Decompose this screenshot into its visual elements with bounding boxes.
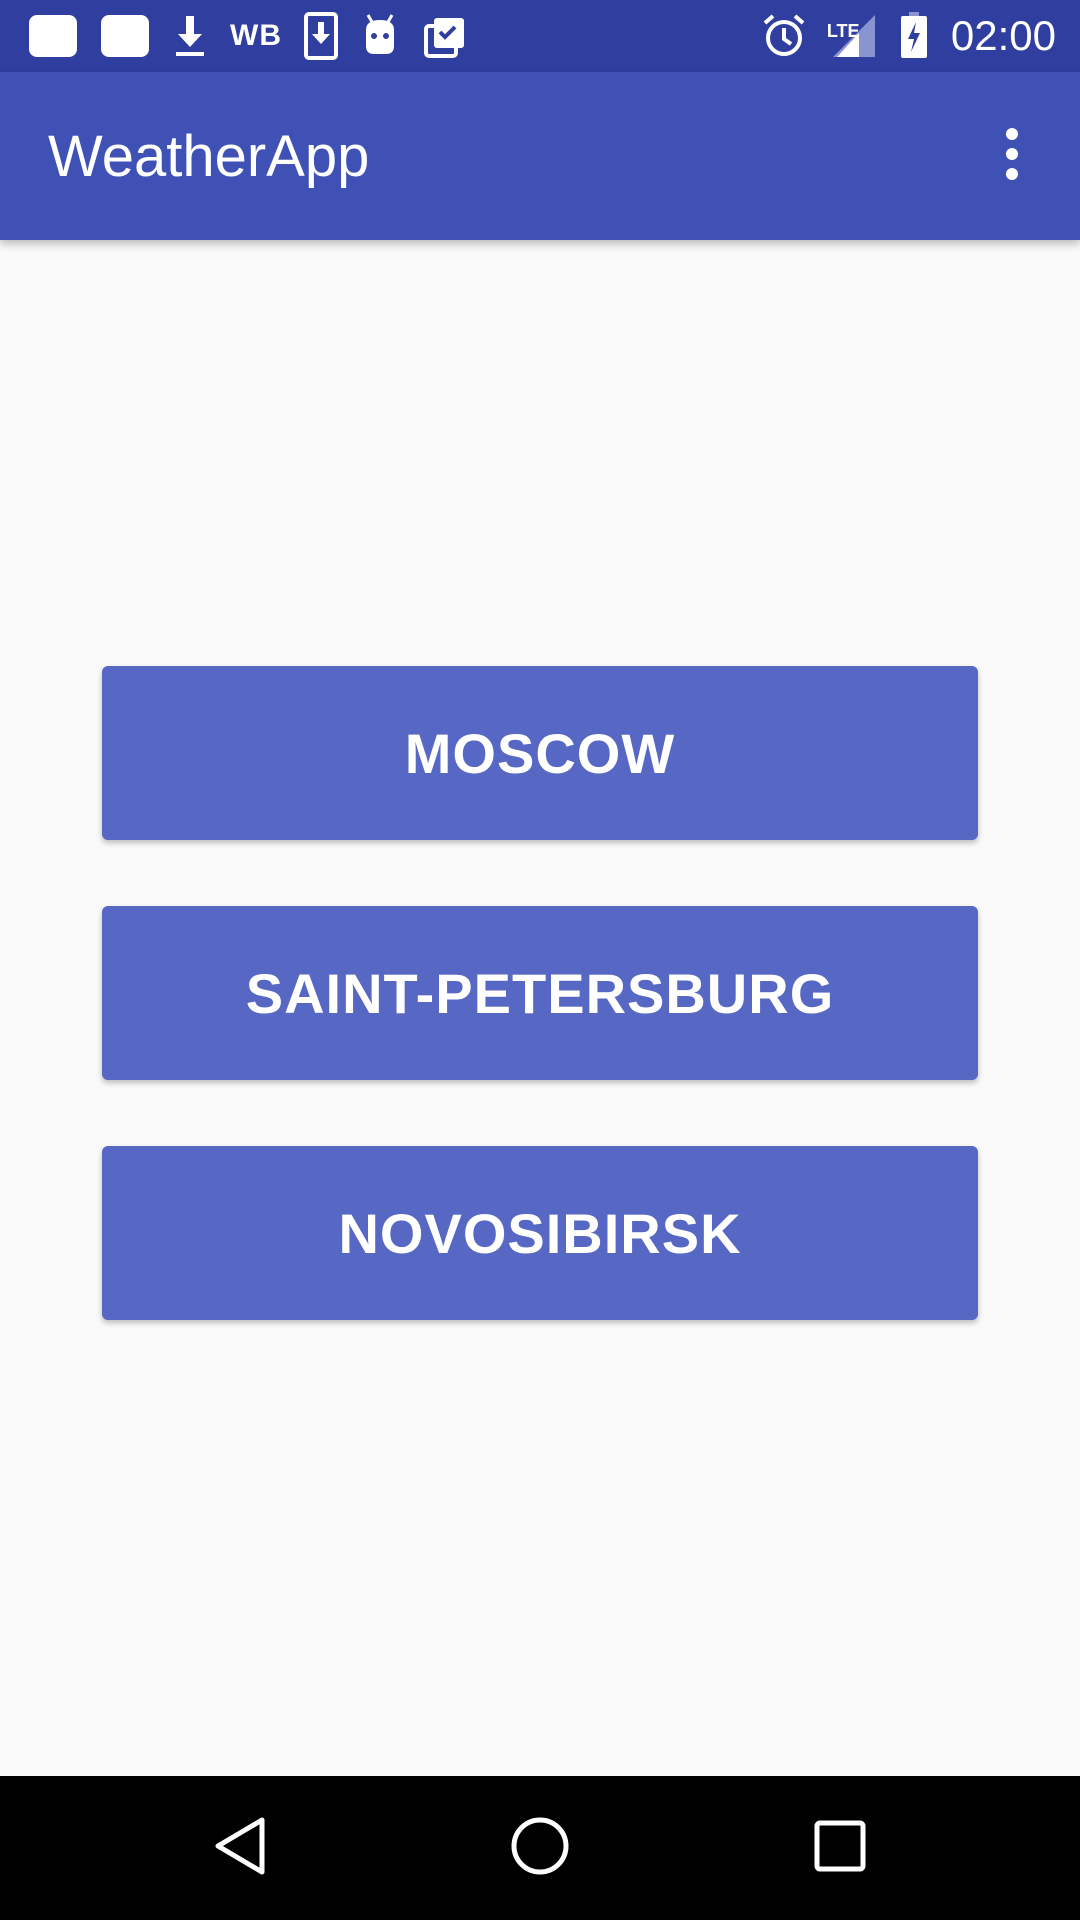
wb-label: WB xyxy=(230,19,282,52)
home-icon xyxy=(510,1816,570,1881)
signal-icon: LTE xyxy=(826,13,877,59)
nav-recents-button[interactable] xyxy=(740,1776,940,1920)
city-list: MOSCOW SAINT-PETERSBURG NOVOSIBIRSK xyxy=(0,240,1080,1776)
alarm-icon xyxy=(761,13,807,59)
status-bar: WB LTE 02:00 xyxy=(0,0,1080,72)
city-button-novosibirsk[interactable]: NOVOSIBIRSK xyxy=(102,1146,978,1320)
recents-icon xyxy=(814,1820,866,1877)
phone-download-icon xyxy=(303,12,338,60)
lte-label: LTE xyxy=(826,21,860,41)
android-icon xyxy=(360,14,400,58)
notification-square-icon xyxy=(28,13,78,59)
app-bar: WeatherApp xyxy=(0,72,1080,240)
nav-home-button[interactable] xyxy=(440,1776,640,1920)
nav-back-button[interactable] xyxy=(140,1776,340,1920)
overflow-menu-button[interactable] xyxy=(972,116,1052,196)
back-icon xyxy=(212,1816,268,1881)
clipboard-check-icon xyxy=(422,14,468,58)
city-button-saint-petersburg[interactable]: SAINT-PETERSBURG xyxy=(102,906,978,1080)
navigation-bar xyxy=(0,1776,1080,1920)
status-bar-time: 02:00 xyxy=(950,12,1056,59)
download-icon xyxy=(172,14,208,58)
notification-square-icon xyxy=(100,13,150,59)
app-title: WeatherApp xyxy=(48,123,370,189)
battery-charging-icon xyxy=(899,12,929,60)
status-bar-system: LTE 02:00 xyxy=(761,0,1056,72)
status-bar-notifications: WB xyxy=(28,0,468,72)
city-button-moscow[interactable]: MOSCOW xyxy=(102,666,978,840)
more-vert-icon xyxy=(1002,126,1022,187)
